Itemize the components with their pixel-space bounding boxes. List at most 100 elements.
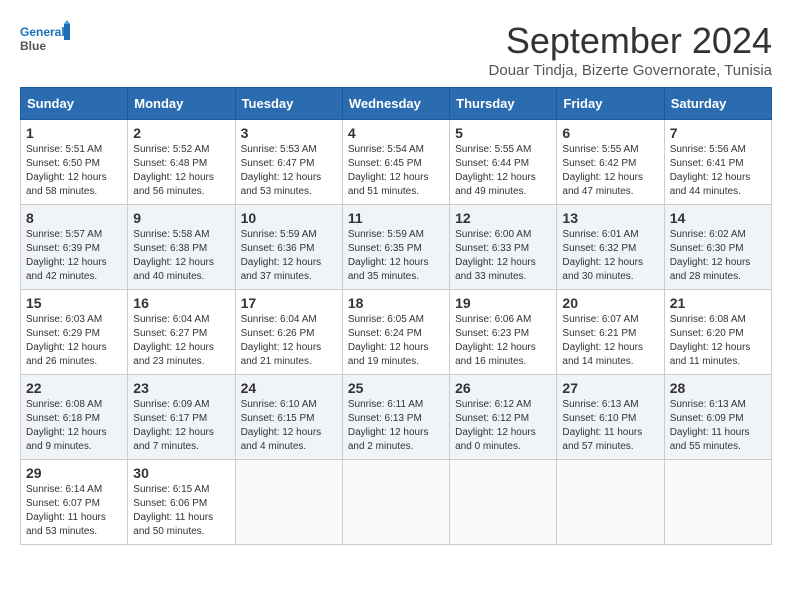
day-number: 24: [241, 380, 337, 396]
column-header-sunday: Sunday: [21, 88, 128, 120]
day-info: Sunrise: 6:13 AMSunset: 6:10 PMDaylight:…: [562, 398, 658, 454]
day-info: Sunrise: 5:58 AMSunset: 6:38 PMDaylight:…: [133, 228, 229, 284]
day-number: 18: [348, 295, 444, 311]
day-number: 29: [26, 465, 122, 481]
day-info: Sunrise: 6:13 AMSunset: 6:09 PMDaylight:…: [670, 398, 766, 454]
page-header: General Blue September 2024 Douar Tindja…: [20, 20, 772, 79]
day-info: Sunrise: 6:08 AMSunset: 6:20 PMDaylight:…: [670, 313, 766, 369]
day-cell: 24Sunrise: 6:10 AMSunset: 6:15 PMDayligh…: [235, 375, 342, 460]
day-info: Sunrise: 5:53 AMSunset: 6:47 PMDaylight:…: [241, 143, 337, 199]
day-number: 23: [133, 380, 229, 396]
day-cell: 7 Sunrise: 5:56 AMSunset: 6:41 PMDaylight…: [664, 120, 771, 205]
day-number: 7: [670, 125, 766, 141]
day-number: 3: [241, 125, 337, 141]
day-info: Sunrise: 6:05 AMSunset: 6:24 PMDaylight:…: [348, 313, 444, 369]
calendar-table: SundayMondayTuesdayWednesdayThursdayFrid…: [20, 87, 772, 545]
svg-text:Blue: Blue: [20, 39, 46, 53]
day-cell: 5 Sunrise: 5:55 AMSunset: 6:44 PMDaylight…: [450, 120, 557, 205]
day-number: 8: [26, 210, 122, 226]
day-info: Sunrise: 6:08 AMSunset: 6:18 PMDaylight:…: [26, 398, 122, 454]
day-number: 22: [26, 380, 122, 396]
day-number: 28: [670, 380, 766, 396]
day-cell: 11Sunrise: 5:59 AMSunset: 6:35 PMDayligh…: [342, 205, 449, 290]
month-title: September 2024: [489, 20, 772, 62]
day-cell: 19Sunrise: 6:06 AMSunset: 6:23 PMDayligh…: [450, 290, 557, 375]
day-info: Sunrise: 6:04 AMSunset: 6:26 PMDaylight:…: [241, 313, 337, 369]
day-cell: 12Sunrise: 6:00 AMSunset: 6:33 PMDayligh…: [450, 205, 557, 290]
day-cell: 20 Sunrise: 6:07 AMSunset: 6:21 PMDayligh…: [557, 290, 664, 375]
day-number: 15: [26, 295, 122, 311]
day-number: 11: [348, 210, 444, 226]
day-cell: 3 Sunrise: 5:53 AMSunset: 6:47 PMDaylight…: [235, 120, 342, 205]
day-number: 10: [241, 210, 337, 226]
day-number: 16: [133, 295, 229, 311]
day-cell: [557, 460, 664, 545]
day-cell: 17 Sunrise: 6:04 AMSunset: 6:26 PMDayligh…: [235, 290, 342, 375]
day-cell: 9 Sunrise: 5:58 AMSunset: 6:38 PMDaylight…: [128, 205, 235, 290]
column-header-thursday: Thursday: [450, 88, 557, 120]
day-info: Sunrise: 5:55 AMSunset: 6:44 PMDaylight:…: [455, 143, 551, 199]
day-info: Sunrise: 6:15 AMSunset: 6:06 PMDaylight:…: [133, 483, 229, 539]
day-info: Sunrise: 5:57 AMSunset: 6:39 PMDaylight:…: [26, 228, 122, 284]
week-row-5: 29 Sunrise: 6:14 AMSunset: 6:07 PMDayligh…: [21, 460, 772, 545]
day-number: 4: [348, 125, 444, 141]
day-number: 20: [562, 295, 658, 311]
day-cell: 18 Sunrise: 6:05 AMSunset: 6:24 PMDayligh…: [342, 290, 449, 375]
day-number: 5: [455, 125, 551, 141]
day-info: Sunrise: 5:59 AMSunset: 6:36 PMDaylight:…: [241, 228, 337, 284]
day-cell: [450, 460, 557, 545]
day-cell: [235, 460, 342, 545]
day-info: Sunrise: 6:09 AMSunset: 6:17 PMDaylight:…: [133, 398, 229, 454]
day-cell: 13 Sunrise: 6:01 AMSunset: 6:32 PMDayligh…: [557, 205, 664, 290]
day-cell: [342, 460, 449, 545]
location-subtitle: Douar Tindja, Bizerte Governorate, Tunis…: [489, 62, 772, 79]
day-info: Sunrise: 6:00 AMSunset: 6:33 PMDaylight:…: [455, 228, 551, 284]
day-cell: 29 Sunrise: 6:14 AMSunset: 6:07 PMDayligh…: [21, 460, 128, 545]
day-info: Sunrise: 5:54 AMSunset: 6:45 PMDaylight:…: [348, 143, 444, 199]
day-cell: 25Sunrise: 6:11 AMSunset: 6:13 PMDayligh…: [342, 375, 449, 460]
day-cell: 22 Sunrise: 6:08 AMSunset: 6:18 PMDayligh…: [21, 375, 128, 460]
day-info: Sunrise: 6:12 AMSunset: 6:12 PMDaylight:…: [455, 398, 551, 454]
day-info: Sunrise: 5:55 AMSunset: 6:42 PMDaylight:…: [562, 143, 658, 199]
day-info: Sunrise: 6:06 AMSunset: 6:23 PMDaylight:…: [455, 313, 551, 369]
day-info: Sunrise: 6:01 AMSunset: 6:32 PMDaylight:…: [562, 228, 658, 284]
day-info: Sunrise: 6:03 AMSunset: 6:29 PMDaylight:…: [26, 313, 122, 369]
column-header-saturday: Saturday: [664, 88, 771, 120]
day-info: Sunrise: 5:52 AMSunset: 6:48 PMDaylight:…: [133, 143, 229, 199]
day-info: Sunrise: 6:14 AMSunset: 6:07 PMDaylight:…: [26, 483, 122, 539]
day-cell: 2Sunrise: 5:52 AMSunset: 6:48 PMDaylight…: [128, 120, 235, 205]
column-header-tuesday: Tuesday: [235, 88, 342, 120]
column-header-monday: Monday: [128, 88, 235, 120]
day-number: 17: [241, 295, 337, 311]
day-cell: 15 Sunrise: 6:03 AMSunset: 6:29 PMDayligh…: [21, 290, 128, 375]
day-info: Sunrise: 6:04 AMSunset: 6:27 PMDaylight:…: [133, 313, 229, 369]
day-cell: 16 Sunrise: 6:04 AMSunset: 6:27 PMDayligh…: [128, 290, 235, 375]
day-number: 21: [670, 295, 766, 311]
day-cell: [664, 460, 771, 545]
logo-icon: General Blue: [20, 20, 70, 60]
day-cell: 23 Sunrise: 6:09 AMSunset: 6:17 PMDayligh…: [128, 375, 235, 460]
day-number: 27: [562, 380, 658, 396]
day-cell: 8 Sunrise: 5:57 AMSunset: 6:39 PMDaylight…: [21, 205, 128, 290]
day-cell: 1 Sunrise: 5:51 AMSunset: 6:50 PMDaylight…: [21, 120, 128, 205]
week-row-3: 15 Sunrise: 6:03 AMSunset: 6:29 PMDayligh…: [21, 290, 772, 375]
day-number: 9: [133, 210, 229, 226]
day-number: 1: [26, 125, 122, 141]
week-row-2: 8 Sunrise: 5:57 AMSunset: 6:39 PMDaylight…: [21, 205, 772, 290]
logo: General Blue: [20, 20, 70, 60]
svg-text:General: General: [20, 25, 65, 39]
day-number: 26: [455, 380, 551, 396]
day-info: Sunrise: 5:56 AMSunset: 6:41 PMDaylight:…: [670, 143, 766, 199]
day-number: 13: [562, 210, 658, 226]
day-cell: 21 Sunrise: 6:08 AMSunset: 6:20 PMDayligh…: [664, 290, 771, 375]
day-cell: 27 Sunrise: 6:13 AMSunset: 6:10 PMDayligh…: [557, 375, 664, 460]
day-cell: 28 Sunrise: 6:13 AMSunset: 6:09 PMDayligh…: [664, 375, 771, 460]
week-row-4: 22 Sunrise: 6:08 AMSunset: 6:18 PMDayligh…: [21, 375, 772, 460]
day-info: Sunrise: 5:51 AMSunset: 6:50 PMDaylight:…: [26, 143, 122, 199]
day-info: Sunrise: 6:07 AMSunset: 6:21 PMDaylight:…: [562, 313, 658, 369]
calendar-header-row: SundayMondayTuesdayWednesdayThursdayFrid…: [21, 88, 772, 120]
column-header-wednesday: Wednesday: [342, 88, 449, 120]
day-cell: 30Sunrise: 6:15 AMSunset: 6:06 PMDayligh…: [128, 460, 235, 545]
day-number: 25: [348, 380, 444, 396]
day-cell: 6Sunrise: 5:55 AMSunset: 6:42 PMDaylight…: [557, 120, 664, 205]
